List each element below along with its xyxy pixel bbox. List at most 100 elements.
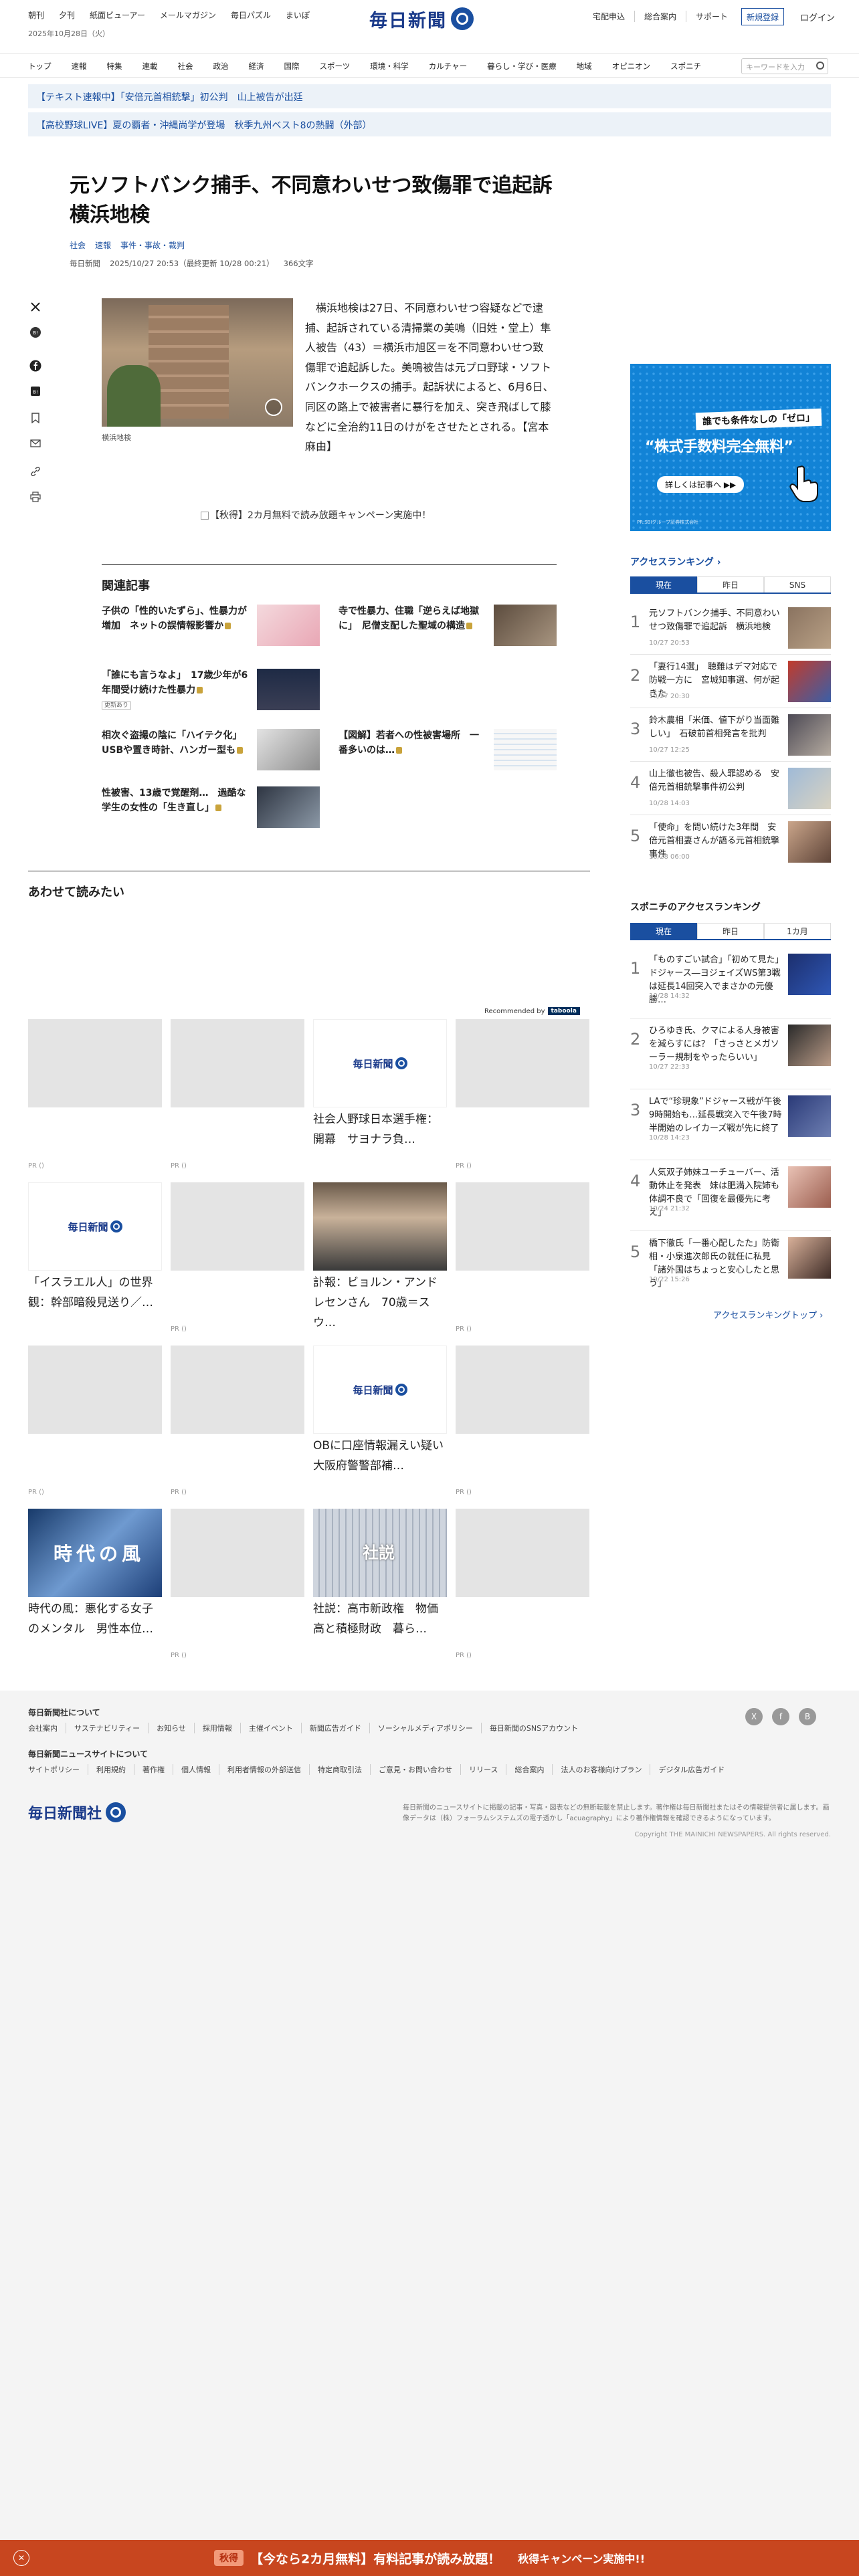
recommend-card[interactable]: 社説 社説：高市新政権 物価高と積極財政 暮ら…	[313, 1509, 447, 1640]
nav-item-sponichi[interactable]: スポニチ	[670, 61, 701, 72]
related-item[interactable]: 【図解】若者への性被害場所 一番多いのは…	[339, 729, 557, 777]
nav-item-politics[interactable]: 政治	[213, 61, 229, 72]
link-support[interactable]: サポート	[686, 11, 737, 22]
hatena-social-icon[interactable]: B	[799, 1708, 816, 1725]
recommended-by[interactable]: Recommended by taboola	[484, 1007, 580, 1015]
footer-about-link[interactable]: 毎日新聞のSNSアカウント	[482, 1723, 586, 1733]
ranking-item[interactable]: 3 LAで“珍現象”ドジャース戦が午後9時開始も…延長戦突入で午後7時半開始のレイ…	[630, 1095, 831, 1154]
link-subscribe[interactable]: 宅配申込	[583, 11, 636, 22]
top-link-viewer[interactable]: 紙面ビューアー	[90, 9, 160, 21]
ranking-item[interactable]: 2 ひろゆき氏、クマによる人身被害を減らすには？「さっさとメガソーラー規制をやった…	[630, 1025, 831, 1083]
ranking-item[interactable]: 3 鈴木農相「米価、値下がり当面難しい」 石破前首相発言を批判 10/27 12:2…	[630, 714, 831, 773]
nav-item-opinion[interactable]: オピニオン	[612, 61, 651, 72]
recommend-card[interactable]: PR ()	[456, 1346, 589, 1496]
breaking-news-2[interactable]: 【高校野球LIVE】夏の覇者・沖縄尚学が登場 秋季九州ベスト8の熱闘（外部）	[28, 112, 831, 136]
ranking-top-link[interactable]: アクセスランキングトップ ›	[713, 1308, 823, 1321]
recommend-card[interactable]: PR ()	[28, 1019, 162, 1170]
recommend-card[interactable]: PR ()	[28, 1346, 162, 1496]
tab-yesterday[interactable]: 昨日	[697, 576, 764, 593]
top-link-morning[interactable]: 朝刊	[28, 9, 59, 21]
related-item[interactable]: 寺で性暴力、住職「逆らえば地獄に」 尼僧支配した聖域の構造	[339, 605, 557, 653]
campaign-image-link[interactable]: 【秋得】2カ月無料で読み放題キャンペーン実施中！	[201, 508, 431, 522]
ranking-item[interactable]: 1 「ものすごい試合」「初めて見た」ドジャース―ヨジェイズWS第3戦は延長14回突…	[630, 954, 831, 1012]
related-item[interactable]: 「誰にも言うなよ」 17歳少年が6年間受け続けた性暴力 更新あり	[102, 669, 320, 717]
top-link-puzzle[interactable]: 毎日パズル	[231, 9, 286, 21]
tab-yesterday[interactable]: 昨日	[697, 923, 764, 939]
mail-icon[interactable]	[28, 436, 43, 451]
nav-item-culture[interactable]: カルチャー	[429, 61, 467, 72]
nav-item-life[interactable]: 暮らし・学び・医療	[487, 61, 557, 72]
tab-now[interactable]: 現在	[630, 576, 697, 593]
article-photo[interactable]	[102, 298, 293, 427]
print-icon[interactable]	[28, 490, 43, 504]
recommend-card[interactable]: PR ()	[456, 1019, 589, 1170]
footer-site-link[interactable]: 法人のお客様向けプラン	[553, 1764, 651, 1775]
footer-site-link[interactable]: 利用者情報の外部送信	[219, 1764, 310, 1775]
ranking-item[interactable]: 4 人気双子姉妹ユーチューバー、活動休止を発表 妹は肥満入院姉も体調不良で「回復を…	[630, 1166, 831, 1225]
recommend-card[interactable]: 訃報：ビョルン・アンドレセンさん 70歳＝スウ…	[313, 1182, 447, 1333]
nav-item-series[interactable]: 連載	[142, 61, 158, 72]
footer-about-link[interactable]: 新聞広告ガイド	[302, 1723, 370, 1733]
ranking-item[interactable]: 4 山上徹也被告、殺人罪認める 安倍元首相銃撃事件初公判 10/28 14:03	[630, 768, 831, 827]
nav-item-feature[interactable]: 特集	[107, 61, 122, 72]
nav-item-breaking[interactable]: 速報	[72, 61, 87, 72]
recommend-card[interactable]: PR ()	[171, 1019, 304, 1170]
footer-about-link[interactable]: 会社案内	[28, 1723, 66, 1733]
ranking-item[interactable]: 5 橋下徹氏「一番心配したた」防衛相・小泉進次郎氏の就任に私見「諸外国はちょっと安…	[630, 1237, 831, 1296]
recommend-card[interactable]: PR ()	[171, 1509, 304, 1659]
top-link-evening[interactable]: 夕刊	[59, 9, 90, 21]
category-link[interactable]: 事件・事故・裁判	[120, 239, 185, 251]
login-button[interactable]: ログイン	[800, 11, 835, 23]
link-icon[interactable]	[28, 464, 43, 479]
category-link[interactable]: 速報	[95, 239, 111, 251]
sidebar-ad[interactable]: 誰でも条件なしの「ゼロ」 “株式手数料完全無料” 詳しくは記事へ ▶▶ PR:S…	[630, 364, 831, 531]
hatena-bookmark-icon[interactable]: B!	[28, 384, 43, 399]
nav-item-local[interactable]: 地域	[577, 61, 592, 72]
x-share-icon[interactable]	[28, 300, 43, 314]
footer-site-link[interactable]: 個人情報	[173, 1764, 219, 1775]
nav-item-sports[interactable]: スポーツ	[320, 61, 351, 72]
recommend-card[interactable]: PR ()	[171, 1182, 304, 1333]
facebook-social-icon[interactable]: f	[772, 1708, 789, 1725]
category-link[interactable]: 社会	[70, 239, 86, 251]
tab-now[interactable]: 現在	[630, 923, 697, 939]
nav-item-society[interactable]: 社会	[178, 61, 193, 72]
footer-site-link[interactable]: デジタル広告ガイド	[650, 1764, 733, 1775]
footer-site-link[interactable]: ご意見・お問い合わせ	[371, 1764, 461, 1775]
recommend-card[interactable]: PR ()	[171, 1346, 304, 1496]
register-button[interactable]: 新規登録	[741, 8, 784, 25]
recommend-card[interactable]: PR ()	[456, 1182, 589, 1333]
recommend-card[interactable]: 時代の風 時代の風：悪化する女子のメンタル 男性本位…	[28, 1509, 162, 1640]
close-icon[interactable]: ✕	[13, 2550, 29, 2566]
footer-site-link[interactable]: 総合案内	[506, 1764, 553, 1775]
related-item[interactable]: 相次ぐ盗撮の陰に「ハイテク化」 USBや置き時計、ハンガー型も	[102, 729, 320, 777]
x-social-icon[interactable]: X	[745, 1708, 763, 1725]
facebook-share-icon[interactable]	[28, 358, 43, 373]
recommend-card[interactable]: 毎日新聞 「イスラエル人」の世界観：幹部暗殺見送り／…	[28, 1182, 162, 1313]
breaking-news-1[interactable]: 【テキスト速報中】「安倍元首相銃撃」初公判 山上被告が出廷	[28, 84, 831, 108]
search-icon[interactable]	[816, 62, 824, 70]
zoom-icon[interactable]	[265, 399, 282, 416]
nav-item-science[interactable]: 環境・科学	[370, 61, 409, 72]
top-link-mail[interactable]: メールマガジン	[160, 9, 231, 21]
ranking-item[interactable]: 1 元ソフトバンク捕手、不同意わいせつ致傷罪で追起訴 横浜地検 10/27 20:5…	[630, 607, 831, 666]
tab-month[interactable]: 1カ月	[764, 923, 831, 939]
nav-item-top[interactable]: トップ	[28, 61, 52, 72]
footer-site-link[interactable]: 特定商取引法	[310, 1764, 371, 1775]
tab-sns[interactable]: SNS	[764, 576, 831, 593]
recommend-card[interactable]: PR ()	[456, 1509, 589, 1659]
related-item[interactable]: 子供の「性的いたずら」、性暴力が増加 ネットの誤情報影響か	[102, 605, 320, 653]
search-input[interactable]: キーワードを入力	[741, 58, 828, 74]
ranking-item[interactable]: 2 「妻行14選」 聴難はデマ対応で防戦一方に 宮城知事選、何が起きた 10/27 …	[630, 661, 831, 720]
top-link-maipo[interactable]: まいぽ	[286, 9, 324, 21]
campaign-banner[interactable]: ✕ 秋得 【今なら2カ月無料】有料記事が読み放題！ 秋得キャンペーン実施中!!	[0, 2540, 859, 2576]
footer-about-link[interactable]: 採用情報	[195, 1723, 241, 1733]
access-ranking-title[interactable]: アクセスランキング ›	[630, 555, 721, 568]
nav-item-world[interactable]: 国際	[284, 61, 300, 72]
footer-about-link[interactable]: お知らせ	[149, 1723, 195, 1733]
related-item[interactable]: 性被害、13歳で覚醒剤… 過酷な学生の女性の「生き直し」	[102, 786, 320, 835]
site-logo[interactable]: 毎日新聞	[369, 5, 490, 32]
footer-site-link[interactable]: リリース	[461, 1764, 507, 1775]
footer-site-link[interactable]: 著作権	[134, 1764, 173, 1775]
recommend-card[interactable]: 毎日新聞 社会人野球日本選手権：開幕 サヨナラ負…	[313, 1019, 447, 1150]
